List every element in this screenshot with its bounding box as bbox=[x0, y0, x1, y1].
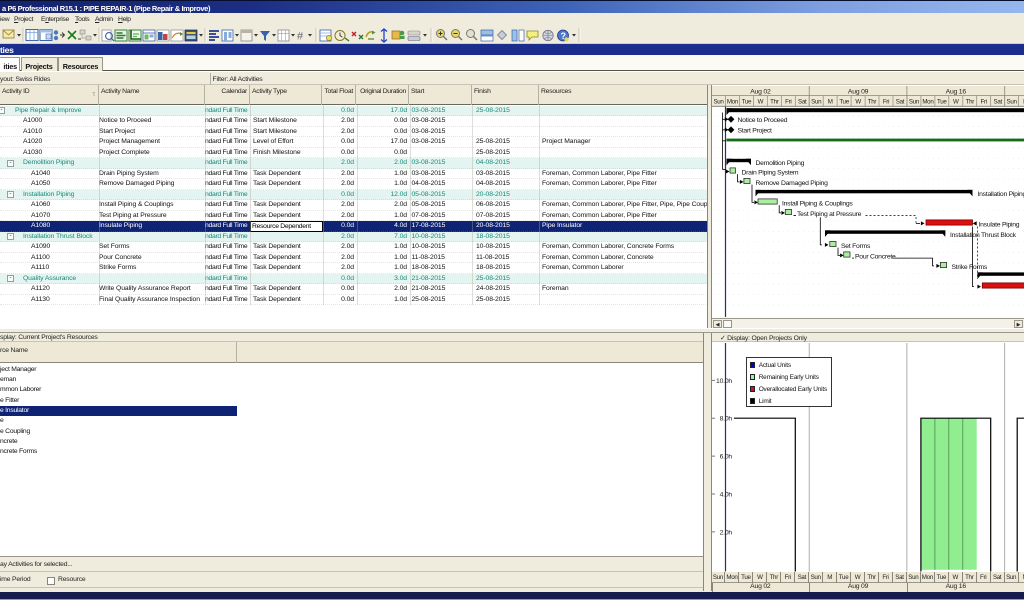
svg-text:Installation Thrust Block: Installation Thrust Block bbox=[950, 232, 1017, 239]
svg-text:Tue: Tue bbox=[937, 99, 947, 106]
svg-text:Sat: Sat bbox=[994, 99, 1003, 106]
svg-text:Sat: Sat bbox=[896, 99, 905, 106]
svg-text:Start Project: Start Project bbox=[738, 127, 773, 134]
svg-text:Fri: Fri bbox=[981, 99, 987, 106]
svg-text:Set Forms: Set Forms bbox=[841, 243, 871, 250]
svg-text:M: M bbox=[828, 99, 833, 106]
svg-text:W: W bbox=[855, 99, 861, 106]
svg-text:Aug 02: Aug 02 bbox=[750, 89, 771, 96]
svg-text:Test Piping at Pressure: Test Piping at Pressure bbox=[797, 211, 862, 218]
svg-text:Tue: Tue bbox=[742, 99, 752, 106]
svg-text:10.0h: 10.0h bbox=[716, 378, 732, 385]
svg-text:Aug 16: Aug 16 bbox=[946, 89, 967, 96]
svg-text:Installation Piping: Installation Piping bbox=[978, 191, 1024, 198]
svg-text:2.0h: 2.0h bbox=[720, 529, 733, 536]
svg-text:Sun: Sun bbox=[713, 99, 724, 106]
svg-text:W: W bbox=[758, 99, 764, 106]
svg-text:Sun: Sun bbox=[1007, 99, 1018, 106]
svg-text:Mon: Mon bbox=[922, 99, 934, 106]
svg-text:Sat: Sat bbox=[798, 99, 807, 106]
svg-text:Demolition Piping: Demolition Piping bbox=[756, 160, 805, 167]
svg-text:W: W bbox=[953, 99, 959, 106]
svg-text:Thr: Thr bbox=[868, 99, 877, 106]
svg-text:Pour Concrete: Pour Concrete bbox=[855, 253, 896, 260]
svg-text:Notice to Proceed: Notice to Proceed bbox=[738, 117, 788, 124]
svg-text:Drain Piping System: Drain Piping System bbox=[742, 169, 799, 176]
svg-text:Fri: Fri bbox=[785, 99, 791, 106]
svg-text:Strike Forms: Strike Forms bbox=[952, 264, 988, 271]
svg-text:8.0h: 8.0h bbox=[720, 416, 733, 423]
svg-text:#: # bbox=[297, 31, 304, 43]
svg-text:4.0h: 4.0h bbox=[720, 492, 733, 499]
svg-text:Mon: Mon bbox=[727, 99, 739, 106]
svg-text:Thr: Thr bbox=[966, 99, 975, 106]
svg-text:Sun: Sun bbox=[909, 99, 920, 106]
svg-text:Install Piping & Couplings: Install Piping & Couplings bbox=[782, 200, 853, 207]
svg-text:Thr: Thr bbox=[770, 99, 779, 106]
svg-text:Sun: Sun bbox=[811, 99, 822, 106]
svg-text:Insulate Piping: Insulate Piping bbox=[979, 221, 1020, 228]
svg-text:Fri: Fri bbox=[883, 99, 889, 106]
svg-text:Aug 09: Aug 09 bbox=[848, 89, 869, 96]
svg-text:6.0h: 6.0h bbox=[720, 454, 733, 461]
svg-text:Tue: Tue bbox=[839, 99, 849, 106]
svg-text:Remove Damaged Piping: Remove Damaged Piping bbox=[756, 180, 829, 187]
